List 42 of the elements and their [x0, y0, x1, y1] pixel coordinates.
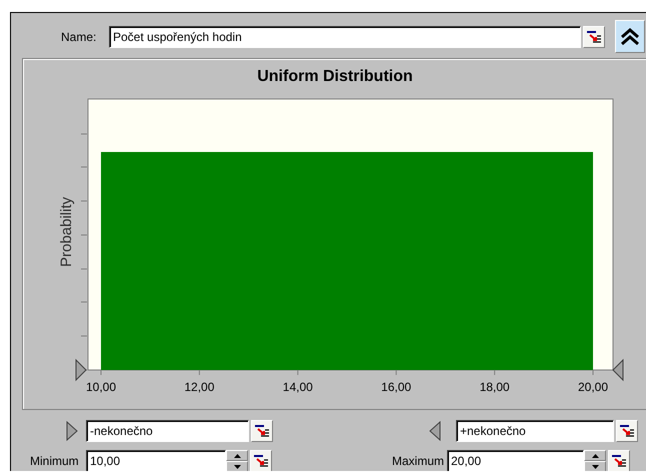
maximum-label: Maximum — [390, 453, 445, 470]
minimum-field[interactable]: 10,00 — [86, 450, 226, 471]
x-tick-label: 20,00 — [578, 380, 608, 394]
picker-icon — [254, 424, 270, 438]
picker-button[interactable] — [616, 420, 638, 442]
spin-up-button[interactable] — [226, 450, 248, 461]
up-arrow-icon — [592, 454, 598, 458]
spinner[interactable] — [584, 450, 606, 471]
min-handle[interactable] — [76, 358, 87, 382]
picker-button[interactable] — [251, 420, 273, 442]
x-tick-label: 16,00 — [381, 380, 412, 394]
picker-button[interactable] — [608, 450, 630, 471]
name-label: Name: — [61, 28, 98, 46]
name-field[interactable]: Počet uspořených hodin — [109, 26, 581, 48]
chart-title: Uniform Distribution — [257, 68, 413, 85]
down-arrow-icon — [592, 464, 598, 468]
x-tick-label: 10,00 — [86, 380, 116, 394]
spin-up-button[interactable] — [584, 450, 606, 461]
picker-icon — [619, 424, 635, 438]
max-handle[interactable] — [612, 358, 624, 382]
x-tick-label: 18,00 — [480, 380, 510, 394]
picker-icon — [611, 454, 627, 468]
lower-bound-field[interactable]: -nekonečno — [86, 420, 249, 442]
picker-icon — [586, 30, 602, 44]
minimum-label: Minimum — [30, 453, 80, 470]
up-arrow-icon — [234, 454, 240, 458]
double-chevron-up-icon — [619, 26, 641, 46]
picker-button[interactable] — [583, 26, 605, 48]
maximum-field[interactable]: 20,00 — [447, 450, 584, 471]
x-tick-label: 14,00 — [282, 380, 313, 394]
right-triangle-icon[interactable] — [66, 421, 78, 441]
picker-icon — [253, 454, 269, 468]
picker-button[interactable] — [250, 450, 272, 471]
x-tick-label: 12,00 — [184, 380, 214, 394]
spinner[interactable] — [226, 450, 248, 471]
left-triangle-icon[interactable] — [429, 421, 441, 441]
collapse-button[interactable] — [615, 20, 645, 53]
down-arrow-icon — [234, 464, 240, 468]
upper-bound-field[interactable]: +nekonečno — [456, 420, 614, 442]
y-axis-label: Probability — [58, 196, 75, 268]
spin-down-button[interactable] — [584, 461, 606, 471]
spin-down-button[interactable] — [226, 461, 248, 471]
